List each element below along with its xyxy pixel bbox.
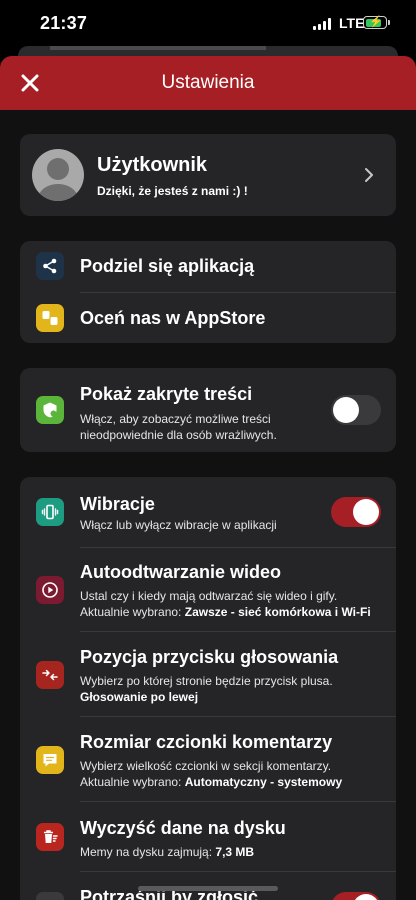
avatar xyxy=(32,149,84,201)
vote-position-description: Wybierz po której stronie będzie przycis… xyxy=(80,674,333,688)
hidden-content-card: Pokaż zakryte treści Włącz, aby zobaczyć… xyxy=(20,368,396,452)
comment-font-current: Aktualnie wybrano: Automatyczny - system… xyxy=(80,774,342,790)
comment-font-description: Wybierz wielkość czcionki w sekcji komen… xyxy=(80,759,332,773)
vibration-icon-box xyxy=(36,498,64,526)
vote-position-icon-box xyxy=(36,661,64,689)
comment-font-current-prefix: Aktualnie wybrano: xyxy=(80,775,182,789)
shield-icon xyxy=(43,402,57,418)
toggle-knob xyxy=(353,499,379,525)
vibration-description: Włącz lub wyłącz wibracje w aplikacji xyxy=(80,518,277,532)
share-icon xyxy=(43,258,57,274)
home-indicator xyxy=(138,886,278,891)
clear-data-icon-box xyxy=(36,823,64,851)
charging-icon: ⚡ xyxy=(369,16,383,28)
user-card[interactable]: Użytkownik Dzięki, że jesteś z nami :) ! xyxy=(20,134,396,216)
settings-card: Wibracje Włącz lub wyłącz wibracje w apl… xyxy=(20,477,396,900)
comment-font-row[interactable]: Rozmiar czcionki komentarzy Wybierz wiel… xyxy=(20,717,396,801)
clear-data-description: Memy na dysku zajmują: 7,3 MB xyxy=(80,844,254,860)
user-name: Użytkownik xyxy=(97,154,208,176)
network-label: LTE xyxy=(339,15,365,31)
vibration-row[interactable]: Wibracje Włącz lub wyłącz wibracje w apl… xyxy=(20,477,396,547)
swap-arrows-icon xyxy=(42,669,58,681)
vote-position-current: Głosowanie po lewej xyxy=(80,689,198,705)
toggle-knob xyxy=(353,894,379,900)
settings-sheet: Ustawienia Użytkownik Dzięki, że jesteś … xyxy=(0,56,416,900)
autoplay-current-value: Zawsze - sieć komórkowa i Wi-Fi xyxy=(184,605,371,619)
rate-app-row[interactable]: Oceń nas w AppStore xyxy=(20,293,396,343)
comment-font-current-value: Automatyczny - systemowy xyxy=(184,775,343,789)
rate-app-label: Oceń nas w AppStore xyxy=(80,308,266,328)
clear-data-title: Wyczyść dane na dysku xyxy=(80,818,286,838)
play-icon xyxy=(42,582,58,598)
vibration-title: Wibracje xyxy=(80,494,155,514)
hidden-content-title: Pokaż zakryte treści xyxy=(80,384,253,404)
status-time: 21:37 xyxy=(40,13,88,33)
rate-icon-box xyxy=(36,304,64,332)
shake-report-toggle[interactable] xyxy=(331,892,381,900)
page-title: Ustawienia xyxy=(161,72,255,93)
toggle-knob xyxy=(333,397,359,423)
shake-report-icon-box xyxy=(36,892,64,900)
comment-icon xyxy=(43,754,57,767)
clear-data-size: 7,3 MB xyxy=(215,845,255,859)
battery-icon: ⚡ xyxy=(363,16,387,29)
share-app-label: Podziel się aplikacją xyxy=(80,256,255,276)
status-bar: 21:37 LTE ⚡ xyxy=(0,0,416,48)
chevron-right-icon xyxy=(365,168,373,182)
background-progress xyxy=(50,46,266,50)
user-tagline: Dzięki, że jesteś z nami :) ! xyxy=(97,184,248,198)
trash-icon xyxy=(44,830,58,843)
comment-font-title: Rozmiar czcionki komentarzy xyxy=(80,732,333,752)
autoplay-current: Aktualnie wybrano: Zawsze - sieć komórko… xyxy=(80,604,371,620)
thumbs-icon xyxy=(42,311,58,325)
clear-data-description-text: Memy na dysku zajmują: xyxy=(80,845,213,859)
hidden-content-toggle[interactable] xyxy=(331,395,381,425)
hidden-content-description-2: nieodpowiednie dla osób wrażliwych. xyxy=(80,428,277,442)
signal-icon xyxy=(313,18,331,30)
share-app-row[interactable]: Podziel się aplikacją xyxy=(20,241,396,292)
share-card: Podziel się aplikacją Oceń nas w AppStor… xyxy=(20,241,396,343)
hidden-content-icon-box xyxy=(36,396,64,424)
vote-position-title: Pozycja przycisku głosowania xyxy=(80,647,339,667)
header: Ustawienia xyxy=(0,56,416,110)
share-icon-box xyxy=(36,252,64,280)
autoplay-row[interactable]: Autoodtwarzanie wideo Ustal czy i kiedy … xyxy=(20,548,396,631)
battery-cap xyxy=(388,20,390,25)
autoplay-current-prefix: Aktualnie wybrano: xyxy=(80,605,182,619)
comment-font-icon-box xyxy=(36,746,64,774)
vote-position-current-value: Głosowanie po lewej xyxy=(80,690,199,704)
vote-position-row[interactable]: Pozycja przycisku głosowania Wybierz po … xyxy=(20,632,396,716)
autoplay-icon-box xyxy=(36,576,64,604)
autoplay-description: Ustal czy i kiedy mają odtwarzać się wid… xyxy=(80,589,338,603)
autoplay-title: Autoodtwarzanie wideo xyxy=(80,562,282,582)
user-silhouette-icon xyxy=(38,158,78,201)
hidden-content-description-1: Włącz, aby zobaczyć możliwe treści xyxy=(80,412,271,426)
vibration-icon xyxy=(41,504,59,520)
clear-data-row[interactable]: Wyczyść dane na dysku Memy na dysku zajm… xyxy=(20,802,396,871)
vibration-toggle[interactable] xyxy=(331,497,381,527)
